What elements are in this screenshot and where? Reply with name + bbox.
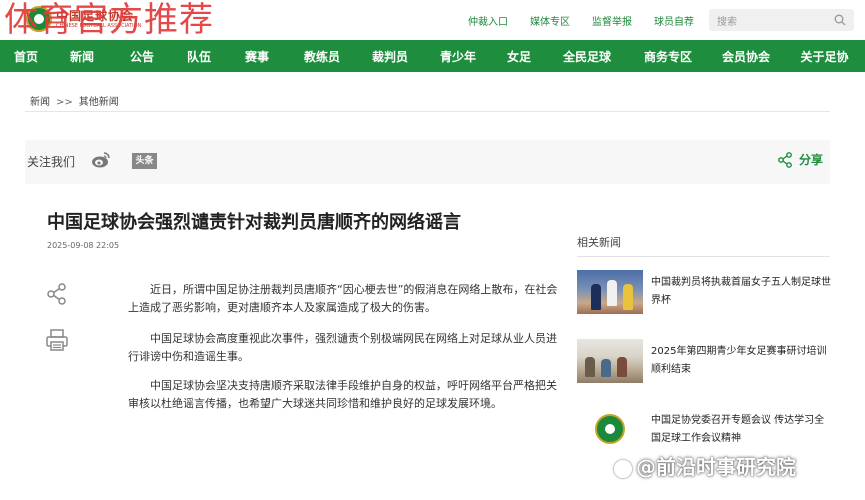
article-paragraph-1: 近日，所谓中国足协注册裁判员唐顺齐“因心梗去世”的假消息在网络上散布，在社会上造… (128, 283, 558, 314)
nav-item-news[interactable]: 新闻 (52, 48, 112, 65)
share-label: 分享 (798, 153, 823, 167)
related-thumbnail-cfa-logo[interactable] (577, 408, 643, 452)
nav-item-referees[interactable]: 裁判员 (356, 48, 424, 65)
top-link-player-recommend[interactable]: 球员自荐 (654, 13, 694, 28)
follow-bar: 关注我们 头条 分享 (25, 140, 830, 184)
article-title: 中国足球协会强烈谴责针对裁判员唐顺齐的网络谣言 (47, 212, 461, 233)
share-icon (778, 151, 792, 168)
top-links: 仲裁入口 媒体专区 监督举报 球员自荐 (468, 13, 716, 28)
related-item-text[interactable]: 2025年第四期青少年女足赛事研讨培训顺利结束 (651, 343, 831, 379)
top-link-arbitration[interactable]: 仲裁入口 (468, 13, 508, 28)
top-link-report[interactable]: 监督举报 (592, 13, 632, 28)
watermark-bottom: @前沿时事研究院 (614, 451, 796, 480)
breadcrumb-current[interactable]: 其他新闻 (79, 97, 119, 108)
nav-item-business[interactable]: 商务专区 (628, 48, 708, 65)
related-thumbnail-referees[interactable] (577, 270, 643, 314)
nav-item-notices[interactable]: 公告 (112, 48, 172, 65)
nav-item-coaches[interactable]: 教练员 (288, 48, 356, 65)
weibo-icon[interactable] (91, 151, 111, 169)
watermark-overlay-top: 体育官方推荐 (4, 0, 214, 40)
top-link-media[interactable]: 媒体专区 (530, 13, 570, 28)
thumb-figure (601, 359, 611, 377)
nav-item-women[interactable]: 女足 (492, 48, 546, 65)
search-input[interactable]: 搜索 (717, 13, 737, 28)
breadcrumb-separator: >> (56, 97, 73, 108)
nav-item-home[interactable]: 首页 (0, 48, 52, 65)
watermark-bottom-text: @前沿时事研究院 (636, 455, 796, 479)
thumb-figure (623, 284, 633, 310)
nav-item-teams[interactable]: 队伍 (172, 48, 226, 65)
nav-item-about[interactable]: 关于足协 (784, 48, 865, 65)
search-icon[interactable] (834, 14, 846, 26)
nav-item-grassroots[interactable]: 全民足球 (546, 48, 628, 65)
nav-item-youth[interactable]: 青少年 (424, 48, 492, 65)
follow-label: 关注我们 (27, 155, 76, 169)
related-item-text[interactable]: 中国裁判员将执裁首届女子五人制足球世界杯 (651, 274, 831, 310)
thumb-figure (585, 357, 595, 377)
search-box[interactable]: 搜索 (709, 9, 854, 31)
side-share-icon[interactable] (45, 282, 69, 306)
related-thumbnail-training[interactable] (577, 339, 643, 383)
main-nav: 首页 新闻 公告 队伍 赛事 教练员 裁判员 青少年 女足 全民足球 商务专区 … (0, 40, 865, 72)
cfa-badge-icon (595, 414, 625, 444)
breadcrumb-home[interactable]: 新闻 (30, 97, 50, 108)
share-button[interactable]: 分享 (777, 151, 823, 168)
nav-item-events[interactable]: 赛事 (226, 48, 288, 65)
thumb-figure (617, 357, 627, 377)
article-paragraph-3: 中国足球协会坚决支持唐顺齐采取法律手段维护自身的权益，呼吁网络平台严格把关审核以… (128, 379, 557, 410)
related-news-title: 相关新闻 (577, 236, 621, 249)
watermark-logo-icon (614, 459, 632, 478)
related-divider (577, 256, 830, 257)
nav-item-member-associations[interactable]: 会员协会 (708, 48, 784, 65)
breadcrumb-trail: 新闻 >> 其他新闻 (30, 93, 119, 108)
breadcrumb: 新闻 >> 其他新闻 (25, 88, 830, 112)
toutiao-icon[interactable]: 头条 (132, 153, 157, 169)
related-item[interactable]: 2025年第四期青少年女足赛事研讨培训顺利结束 (577, 339, 830, 387)
article-date: 2025-09-08 22:05 (47, 241, 120, 250)
print-icon[interactable] (45, 328, 69, 352)
related-item-text[interactable]: 中国足协党委召开专题会议 传达学习全国足球工作会议精神 (651, 412, 831, 448)
thumb-figure (607, 280, 617, 306)
top-bar: 中国足球协会 CHINESE FOOTBALL ASSOCIATION 体育官方… (0, 0, 865, 40)
thumb-figure (591, 284, 601, 310)
related-item[interactable]: 中国裁判员将执裁首届女子五人制足球世界杯 (577, 270, 831, 318)
article-paragraph-2: 中国足球协会高度重视此次事件，强烈谴责个别极端网民在网络上对足球从业人员进行诽谤… (128, 332, 557, 363)
related-item[interactable]: 中国足协党委召开专题会议 传达学习全国足球工作会议精神 (577, 408, 830, 456)
